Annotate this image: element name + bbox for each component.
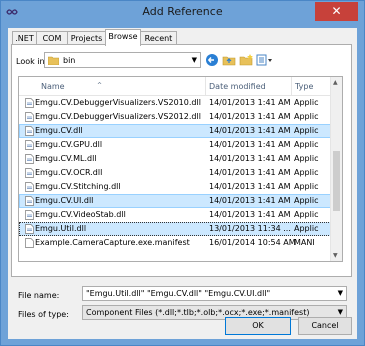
chevron-down-icon: ▼ [191,56,197,64]
file-list[interactable]: ^ Name Date modified Type Emgu.CV.Debugg… [18,76,343,262]
file-name-cell: Emgu.CV.UI.dll [35,196,94,205]
file-name-input[interactable]: "Emgu.Util.dll" "Emgu.CV.dll" "Emgu.CV.U… [82,286,347,301]
dialog-client: .NET COM Projects Browse Recent Look in:… [8,28,357,339]
file-date-cell: 14/01/2013 1:41 AM [209,126,291,135]
dll-file-icon [25,126,34,136]
folder-icon [48,56,59,65]
window-title: Add Reference [142,5,223,18]
file-name-cell: Emgu.CV.VideoStab.dll [35,210,126,219]
dll-file-icon [25,196,34,206]
file-name-cell: Emgu.CV.dll [35,126,83,135]
title-bar[interactable]: Add Reference ✕ [1,1,364,23]
file-name-cell: Emgu.CV.OCR.dll [35,168,103,177]
file-row[interactable]: Emgu.CV.ML.dll 14/01/2013 1:41 AM Applic [19,152,331,166]
file-date-cell: 14/01/2013 1:41 AM [209,210,291,219]
scroll-thumb[interactable] [333,151,340,211]
back-icon[interactable] [205,53,219,67]
file-type-cell: Applic [294,224,319,233]
file-type-cell: Applic [294,140,319,149]
file-name-value: "Emgu.Util.dll" "Emgu.CV.dll" "Emgu.CV.U… [86,289,271,298]
dll-file-icon [25,182,34,192]
look-in-value: bin [63,56,76,65]
file-date-cell: 13/01/2013 11:34 ... [209,224,291,233]
tab-dotnet[interactable]: .NET [12,31,37,44]
file-type-cell: Applic [294,210,319,219]
view-menu-icon[interactable] [256,53,274,67]
chevron-down-icon[interactable]: ▼ [338,287,343,300]
files-of-type-value: Component Files (*.dll;*.tlb;*.olb;*.ocx… [86,308,310,317]
file-rows: Emgu.CV.DebuggerVisualizers.VS2010.dll 14… [19,96,331,250]
file-type-cell: Applic [294,182,319,191]
dll-file-icon [25,154,34,164]
file-name-label: File name: [18,291,60,300]
vertical-scrollbar[interactable]: ▲ ▼ [330,77,342,261]
tab-projects[interactable]: Projects [67,31,106,44]
file-type-cell: Applic [294,154,319,163]
tab-recent[interactable]: Recent [140,31,177,44]
file-row[interactable]: Example.CameraCapture.exe.manifest 16/01/… [19,236,331,250]
file-date-cell: 14/01/2013 1:41 AM [209,182,291,191]
file-date-cell: 14/01/2013 1:41 AM [209,98,291,107]
close-button[interactable]: ✕ [315,2,358,21]
file-date-cell: 14/01/2013 1:41 AM [209,112,291,121]
file-date-cell: 16/01/2014 10:54 AM [209,238,296,247]
dialog-window: Add Reference ✕ .NET COM Projects Browse… [0,0,365,346]
file-row[interactable]: Emgu.CV.DebuggerVisualizers.VS2012.dll 14… [19,110,331,124]
file-list-header: ^ Name Date modified Type [19,77,342,96]
file-row[interactable]: Emgu.CV.dll 14/01/2013 1:41 AM Applic [19,124,331,138]
new-folder-icon[interactable] [239,53,253,67]
scroll-down-icon[interactable]: ▼ [333,252,338,259]
file-date-cell: 14/01/2013 1:41 AM [209,168,291,177]
sort-ascending-icon: ^ [97,82,103,89]
file-row[interactable]: Emgu.Util.dll 13/01/2013 11:34 ... Applic [19,222,331,236]
dll-file-icon [25,224,34,234]
column-name[interactable]: Name [41,82,65,91]
column-divider[interactable] [205,77,206,95]
column-date-modified[interactable]: Date modified [209,82,266,91]
file-row[interactable]: Emgu.CV.OCR.dll 14/01/2013 1:41 AM Applic [19,166,331,180]
file-name-cell: Emgu.CV.Stitching.dll [35,182,121,191]
ok-button[interactable]: OK [225,317,291,335]
dll-file-icon [25,210,34,220]
file-name-cell: Emgu.CV.DebuggerVisualizers.VS2010.dll [35,98,201,107]
file-date-cell: 14/01/2013 1:41 AM [209,196,291,205]
file-name-cell: Example.CameraCapture.exe.manifest [35,238,190,247]
file-date-cell: 14/01/2013 1:41 AM [209,140,291,149]
files-of-type-label: Files of type: [18,310,69,319]
file-type-cell: Applic [294,168,319,177]
file-type-cell: Applic [294,112,319,121]
column-type[interactable]: Type [295,82,313,91]
file-name-cell: Emgu.Util.dll [35,224,87,233]
dll-file-icon [25,98,34,108]
scroll-up-icon[interactable]: ▲ [333,79,338,86]
file-type-cell: Applic [294,98,319,107]
file-row[interactable]: Emgu.CV.UI.dll 14/01/2013 1:41 AM Applic [19,194,331,208]
file-date-cell: 14/01/2013 1:41 AM [209,154,291,163]
document-icon [25,238,34,248]
file-type-cell: Applic [294,196,319,205]
file-type-cell: Applic [294,126,319,135]
file-row[interactable]: Emgu.CV.DebuggerVisualizers.VS2010.dll 14… [19,96,331,110]
cancel-button[interactable]: Cancel [298,317,352,335]
browse-panel: Look in: bin ▼ ^ Name Date modified Type… [11,44,352,277]
file-name-cell: Emgu.CV.ML.dll [35,154,97,163]
tab-com[interactable]: COM [36,31,68,44]
file-name-cell: Emgu.CV.DebuggerVisualizers.VS2012.dll [35,112,201,121]
dll-file-icon [25,168,34,178]
dll-file-icon [25,140,34,150]
dll-file-icon [25,112,34,122]
file-row[interactable]: Emgu.CV.Stitching.dll 14/01/2013 1:41 AM A… [19,180,331,194]
look-in-label: Look in: [16,57,48,66]
file-row[interactable]: Emgu.CV.GPU.dll 14/01/2013 1:41 AM Applic [19,138,331,152]
tab-browse[interactable]: Browse [105,29,141,46]
file-type-cell: MANI [294,238,315,247]
look-in-dropdown[interactable]: bin ▼ [44,52,201,68]
up-folder-icon[interactable] [222,53,236,67]
file-name-cell: Emgu.CV.GPU.dll [35,140,103,149]
file-row[interactable]: Emgu.CV.VideoStab.dll 14/01/2013 1:41 AM A… [19,208,331,222]
column-divider[interactable] [291,77,292,95]
